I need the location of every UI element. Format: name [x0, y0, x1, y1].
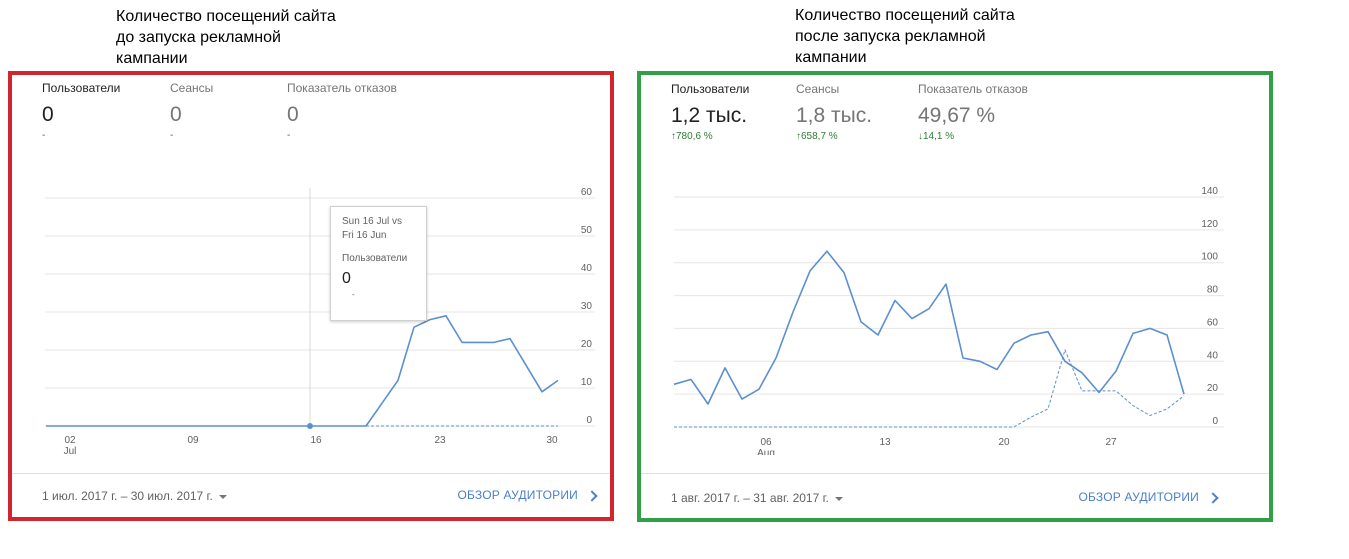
x-tick-label: 02 — [64, 435, 76, 446]
users-line-chart-before[interactable]: 0 10 20 30 40 50 60 02 09 16 23 30 Jul — [12, 75, 610, 455]
y-tick-label: 120 — [1201, 219, 1218, 230]
x-tick-month-label: Jul — [64, 446, 77, 455]
dropdown-caret-icon — [218, 494, 227, 499]
audience-overview-link[interactable]: ОБЗОР АУДИТОРИИ — [457, 488, 598, 502]
y-tick-label: 0 — [1212, 416, 1218, 427]
x-tick-label: 27 — [1105, 437, 1117, 448]
x-tick-label: 13 — [879, 437, 891, 448]
y-tick-label: 140 — [1201, 186, 1218, 197]
chart-tooltip: Sun 16 Jul vs Fri 16 Jun Пользователи 0 … — [330, 206, 427, 321]
footer-divider — [12, 473, 610, 474]
x-tick-label: 06 — [760, 437, 772, 448]
audience-overview-link[interactable]: ОБЗОР АУДИТОРИИ — [1078, 490, 1219, 504]
y-tick-label: 60 — [1207, 317, 1219, 328]
x-tick-month-label: Aug — [757, 448, 775, 455]
y-tick-label: 30 — [581, 301, 593, 312]
y-tick-label: 20 — [581, 339, 593, 350]
y-tick-label: 50 — [581, 225, 593, 236]
caption-before: Количество посещений сайта до запуска ре… — [116, 8, 336, 67]
audience-overview-label: ОБЗОР АУДИТОРИИ — [1078, 490, 1199, 504]
date-range-selector[interactable]: 1 авг. 2017 г. – 31 авг. 2017 г. — [671, 491, 843, 505]
x-tick-label: 20 — [998, 437, 1010, 448]
date-range-label: 1 авг. 2017 г. – 31 авг. 2017 г. — [671, 491, 829, 505]
panel-after-campaign: Пользователи 1,2 тыс. ↑780,6 % Сеансы 1,… — [637, 71, 1273, 522]
y-tick-label: 20 — [1207, 383, 1219, 394]
tooltip-delta: - — [352, 290, 355, 299]
y-tick-label: 40 — [581, 263, 593, 274]
footer-divider — [641, 473, 1269, 474]
panel-before-campaign: Пользователи 0 - Сеансы 0 - Показатель о… — [8, 71, 614, 521]
tooltip-label: Пользователи — [342, 253, 408, 264]
x-tick-label: 16 — [310, 435, 322, 446]
tooltip-value: 0 — [342, 270, 351, 287]
y-tick-label: 10 — [581, 377, 593, 388]
y-tick-label: 60 — [581, 187, 593, 198]
tooltip-date: Sun 16 Jul vs Fri 16 Jun — [342, 216, 403, 241]
y-tick-label: 0 — [586, 415, 592, 426]
x-tick-label: 09 — [187, 435, 199, 446]
y-tick-label: 100 — [1201, 252, 1218, 263]
date-range-label: 1 июл. 2017 г. – 30 июл. 2017 г. — [42, 489, 213, 503]
users-line-chart-after[interactable]: 0 20 40 60 80 100 120 140 06 13 20 27 Aug — [641, 75, 1269, 455]
dropdown-caret-icon — [834, 496, 843, 501]
x-tick-label: 23 — [434, 435, 446, 446]
chevron-right-icon — [1207, 492, 1219, 504]
audience-overview-label: ОБЗОР АУДИТОРИИ — [457, 488, 578, 502]
y-tick-label: 80 — [1207, 285, 1219, 296]
users-series-line — [46, 315, 559, 427]
hover-point — [307, 423, 313, 429]
date-range-selector[interactable]: 1 июл. 2017 г. – 30 июл. 2017 г. — [42, 489, 227, 503]
y-tick-label: 40 — [1207, 350, 1219, 361]
x-tick-label: 30 — [546, 435, 558, 446]
chevron-right-icon — [586, 490, 598, 502]
caption-after: Количество посещений сайта после запуска… — [795, 7, 1015, 66]
users-series-line — [673, 250, 1185, 405]
